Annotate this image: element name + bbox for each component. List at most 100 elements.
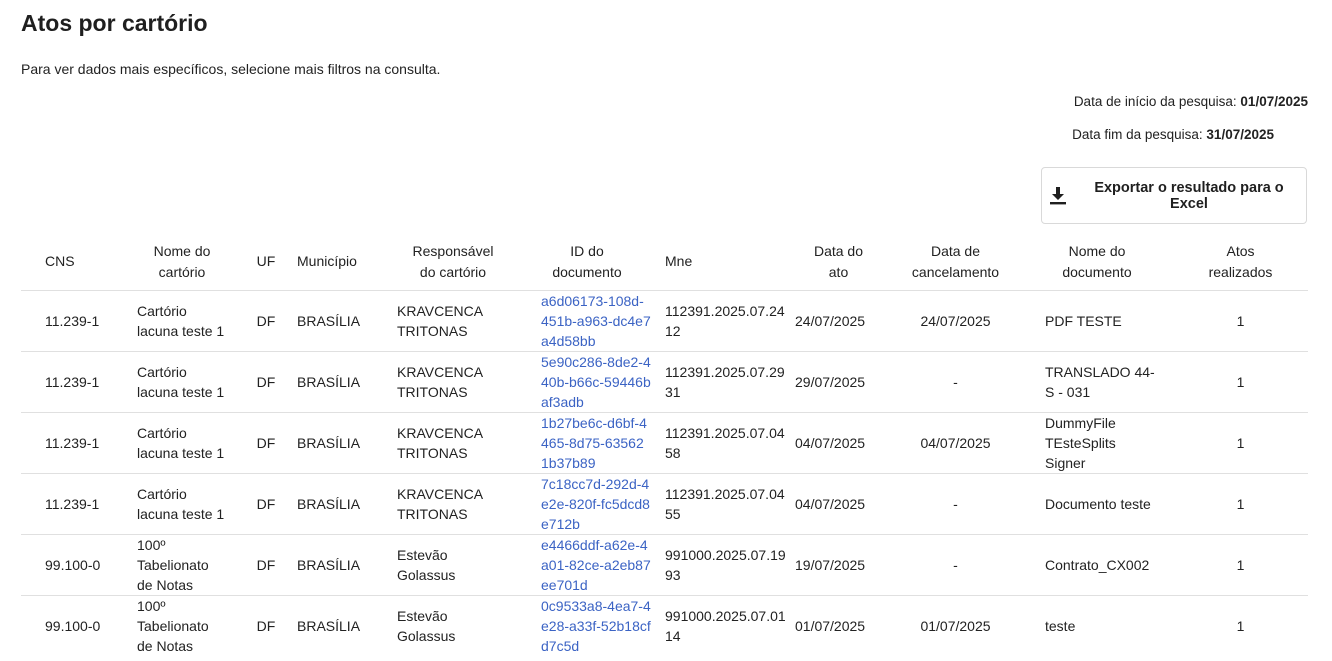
cell-data-cancelamento: 04/07/2025 bbox=[890, 412, 1021, 474]
cell-data-cancelamento-text: - bbox=[953, 374, 958, 390]
cell-nome-cartorio-text: Cartório lacuna teste 1 bbox=[137, 425, 225, 461]
export-excel-button[interactable]: Exportar o resultado para o Excel bbox=[1041, 167, 1307, 224]
cell-mne: 112391.2025.07.0458 bbox=[657, 412, 787, 474]
cell-data-ato-text: 04/07/2025 bbox=[795, 435, 866, 451]
cell-nome-documento: Contrato_CX002 bbox=[1021, 534, 1173, 596]
cell-mne: 112391.2025.07.2412 bbox=[657, 290, 787, 352]
document-id-link[interactable]: 1b27be6c-d6bf-4465-8d75-635621b37b89 bbox=[541, 413, 651, 473]
cell-data-ato-text: 04/07/2025 bbox=[795, 496, 866, 512]
cell-cns: 11.239-1 bbox=[21, 412, 129, 474]
cell-atos-realizados-text: 1 bbox=[1236, 557, 1245, 573]
search-end-label: Data fim da pesquisa: bbox=[1072, 127, 1207, 142]
cell-nome-cartorio-text: 100º Tabelionato de Notas bbox=[137, 537, 209, 593]
cell-id-documento[interactable]: 5e90c286-8de2-440b-b66c-59446baf3adb bbox=[517, 351, 657, 413]
cell-nome-documento-text: Contrato_CX002 bbox=[1045, 557, 1150, 573]
cell-cns-text: 11.239-1 bbox=[45, 496, 100, 512]
cell-cns-text: 11.239-1 bbox=[45, 313, 100, 329]
cell-municipio-text: BRASÍLIA bbox=[297, 618, 361, 634]
cell-cns-text: 99.100-0 bbox=[45, 618, 101, 634]
cell-mne-text: 112391.2025.07.0455 bbox=[665, 486, 785, 522]
cell-data-cancelamento-text: - bbox=[953, 496, 958, 512]
cell-data-cancelamento: 01/07/2025 bbox=[890, 595, 1021, 656]
cell-uf-text: DF bbox=[256, 496, 276, 512]
cell-nome-documento-text: teste bbox=[1045, 618, 1076, 634]
cell-data-cancelamento: 24/07/2025 bbox=[890, 290, 1021, 352]
cell-nome-documento: DummyFile TEsteSplits Signer bbox=[1021, 412, 1173, 474]
cell-data-cancelamento-text: 24/07/2025 bbox=[920, 313, 991, 329]
cell-municipio: BRASÍLIA bbox=[297, 473, 389, 535]
cell-atos-realizados: 1 bbox=[1173, 412, 1308, 474]
cell-data-ato-text: 01/07/2025 bbox=[795, 618, 866, 634]
export-excel-label: Exportar o resultado para o Excel bbox=[1094, 179, 1284, 212]
header-responsavel: Responsável do cartório bbox=[412, 242, 494, 280]
cell-cns: 11.239-1 bbox=[21, 473, 129, 535]
cell-uf-text: DF bbox=[256, 435, 276, 451]
cell-municipio-text: BRASÍLIA bbox=[297, 557, 361, 573]
cell-nome-documento: PDF TESTE bbox=[1021, 290, 1173, 352]
cell-id-documento[interactable]: e4466ddf-a62e-4a01-82ce-a2eb87ee701d bbox=[517, 534, 657, 596]
cell-uf: DF bbox=[235, 595, 297, 656]
header-municipio: Município bbox=[297, 253, 357, 269]
cell-municipio: BRASÍLIA bbox=[297, 290, 389, 352]
cell-atos-realizados-text: 1 bbox=[1236, 496, 1245, 512]
cell-responsavel-text: KRAVCENCA TRITONAS bbox=[397, 425, 483, 461]
cell-responsavel: Estevão Golassus bbox=[389, 534, 517, 596]
document-id-link[interactable]: e4466ddf-a62e-4a01-82ce-a2eb87ee701d bbox=[541, 535, 651, 595]
cell-data-ato-text: 29/07/2025 bbox=[795, 374, 866, 390]
cell-atos-realizados: 1 bbox=[1173, 595, 1308, 656]
cell-atos-realizados-text: 1 bbox=[1236, 374, 1245, 390]
cell-data-cancelamento-text: 01/07/2025 bbox=[920, 618, 991, 634]
cell-municipio-text: BRASÍLIA bbox=[297, 496, 361, 512]
cell-responsavel-text: KRAVCENCA TRITONAS bbox=[397, 364, 483, 400]
document-id-link[interactable]: 7c18cc7d-292d-4e2e-820f-fc5dcd8e712b bbox=[541, 474, 651, 534]
cell-uf-text: DF bbox=[256, 313, 276, 329]
cell-data-cancelamento: - bbox=[890, 351, 1021, 413]
cell-mne: 112391.2025.07.2931 bbox=[657, 351, 787, 413]
cell-id-documento[interactable]: 7c18cc7d-292d-4e2e-820f-fc5dcd8e712b bbox=[517, 473, 657, 535]
cell-data-ato: 01/07/2025 bbox=[787, 595, 890, 656]
cell-data-cancelamento: - bbox=[890, 473, 1021, 535]
cell-atos-realizados-text: 1 bbox=[1236, 435, 1245, 451]
cell-data-ato: 04/07/2025 bbox=[787, 412, 890, 474]
search-start-date: Data de início da pesquisa: 01/07/2025 bbox=[1074, 94, 1308, 109]
document-id-link[interactable]: 5e90c286-8de2-440b-b66c-59446baf3adb bbox=[541, 352, 651, 412]
cell-nome-documento-text: PDF TESTE bbox=[1045, 313, 1122, 329]
cell-municipio-text: BRASÍLIA bbox=[297, 435, 361, 451]
table-row: 11.239-1 Cartório lacuna teste 1 DF BRASÍLI… bbox=[21, 351, 1308, 413]
header-mne: Mne bbox=[665, 253, 693, 269]
cell-cns: 11.239-1 bbox=[21, 290, 129, 352]
document-id-link[interactable]: a6d06173-108d-451b-a963-dc4e7a4d58bb bbox=[541, 291, 651, 351]
search-end-date: Data fim da pesquisa: 31/07/2025 bbox=[1072, 127, 1274, 142]
header-atos-realizados: Atos realizados bbox=[1208, 242, 1273, 280]
cell-nome-cartorio: 100º Tabelionato de Notas bbox=[129, 534, 235, 596]
cell-mne-text: 112391.2025.07.2931 bbox=[665, 364, 785, 400]
table-row: 99.100-0 100º Tabelionato de Notas DF BRASÍ… bbox=[21, 595, 1308, 656]
cell-cns-text: 11.239-1 bbox=[45, 374, 100, 390]
cell-municipio: BRASÍLIA bbox=[297, 351, 389, 413]
table-row: 11.239-1 Cartório lacuna teste 1 DF BRASÍLI… bbox=[21, 473, 1308, 535]
cell-uf: DF bbox=[235, 473, 297, 535]
cell-mne-text: 112391.2025.07.0458 bbox=[665, 425, 785, 461]
cell-data-ato-text: 24/07/2025 bbox=[795, 313, 866, 329]
cell-atos-realizados: 1 bbox=[1173, 290, 1308, 352]
cell-responsavel-text: Estevão Golassus bbox=[397, 608, 456, 644]
cell-responsavel: KRAVCENCA TRITONAS bbox=[389, 412, 517, 474]
cell-municipio-text: BRASÍLIA bbox=[297, 313, 361, 329]
document-id-link[interactable]: 0c9533a8-4ea7-4e28-a33f-52b18cfd7c5d bbox=[541, 596, 651, 656]
table-row: 99.100-0 100º Tabelionato de Notas DF BRASÍ… bbox=[21, 534, 1308, 596]
cell-uf: DF bbox=[235, 351, 297, 413]
cell-uf: DF bbox=[235, 290, 297, 352]
cell-responsavel-text: KRAVCENCA TRITONAS bbox=[397, 303, 483, 339]
cell-data-cancelamento: - bbox=[890, 534, 1021, 596]
cell-municipio-text: BRASÍLIA bbox=[297, 374, 361, 390]
cell-atos-realizados: 1 bbox=[1173, 534, 1308, 596]
cell-atos-realizados-text: 1 bbox=[1236, 313, 1245, 329]
cell-id-documento[interactable]: 1b27be6c-d6bf-4465-8d75-635621b37b89 bbox=[517, 412, 657, 474]
header-id-documento: ID do documento bbox=[552, 242, 622, 280]
cell-nome-cartorio: Cartório lacuna teste 1 bbox=[129, 351, 235, 413]
cell-id-documento[interactable]: a6d06173-108d-451b-a963-dc4e7a4d58bb bbox=[517, 290, 657, 352]
cell-uf-text: DF bbox=[256, 557, 276, 573]
cell-id-documento[interactable]: 0c9533a8-4ea7-4e28-a33f-52b18cfd7c5d bbox=[517, 595, 657, 656]
cell-data-ato: 24/07/2025 bbox=[787, 290, 890, 352]
cell-uf: DF bbox=[235, 412, 297, 474]
